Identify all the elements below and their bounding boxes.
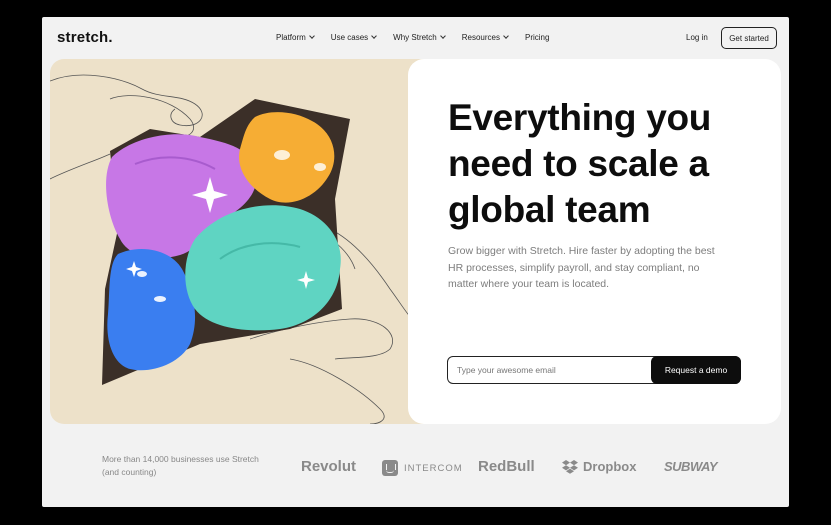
dropbox-icon [562, 459, 578, 474]
email-input[interactable] [457, 357, 647, 383]
chevron-down-icon [503, 33, 509, 39]
intercom-wordmark: INTERCOM [404, 462, 463, 474]
chevron-down-icon [439, 33, 446, 39]
stretch-logo[interactable]: stretch. [57, 29, 113, 46]
hero-headline: Everything you need to scale a global te… [448, 97, 712, 230]
nav-why-stretch[interactable]: Why Stretch [393, 33, 446, 42]
chevron-down-icon [308, 33, 315, 39]
intercom-logo: INTERCOM [382, 460, 463, 476]
nav-use-cases-label: Use cases [330, 33, 369, 42]
hero-subtext: Grow bigger with Stretch. Hire faster by… [448, 245, 715, 290]
dropbox-wordmark: Dropbox [583, 459, 637, 474]
request-demo-button[interactable]: Request a demo [651, 356, 741, 384]
hero-illustration [50, 59, 435, 424]
top-nav: stretch. Platform Use cases Why Stretch … [42, 17, 789, 59]
nav-platform-label: Platform [276, 33, 306, 42]
redbull-logo: RedBull [478, 458, 535, 475]
hero-card: Everything you need to scale a global te… [408, 59, 781, 424]
nav-platform[interactable]: Platform [276, 33, 315, 42]
main-menu: Platform Use cases Why Stretch Resources… [276, 33, 566, 42]
dropbox-logo: Dropbox [562, 459, 636, 474]
subway-logo: SUBWAY [664, 459, 718, 474]
nav-pricing[interactable]: Pricing [525, 33, 549, 42]
revolut-logo: Revolut [301, 458, 357, 475]
chevron-down-icon [371, 33, 377, 39]
trust-tagline: More than 14,000 businesses use Stretch … [102, 454, 259, 477]
nav-use-cases[interactable]: Use cases [330, 33, 377, 42]
nav-pricing-label: Pricing [524, 33, 550, 42]
nav-resources[interactable]: Resources [461, 33, 509, 42]
intercom-icon [382, 460, 398, 476]
email-signup-form: Request a demo [447, 356, 741, 384]
login-link[interactable]: Log in [686, 33, 708, 42]
blob-letters-illustration [50, 74, 435, 424]
nav-why-stretch-label: Why Stretch [393, 33, 437, 42]
get-started-button[interactable]: Get started [721, 27, 777, 49]
page-frame: stretch. Platform Use cases Why Stretch … [42, 17, 789, 507]
nav-resources-label: Resources [461, 33, 500, 42]
